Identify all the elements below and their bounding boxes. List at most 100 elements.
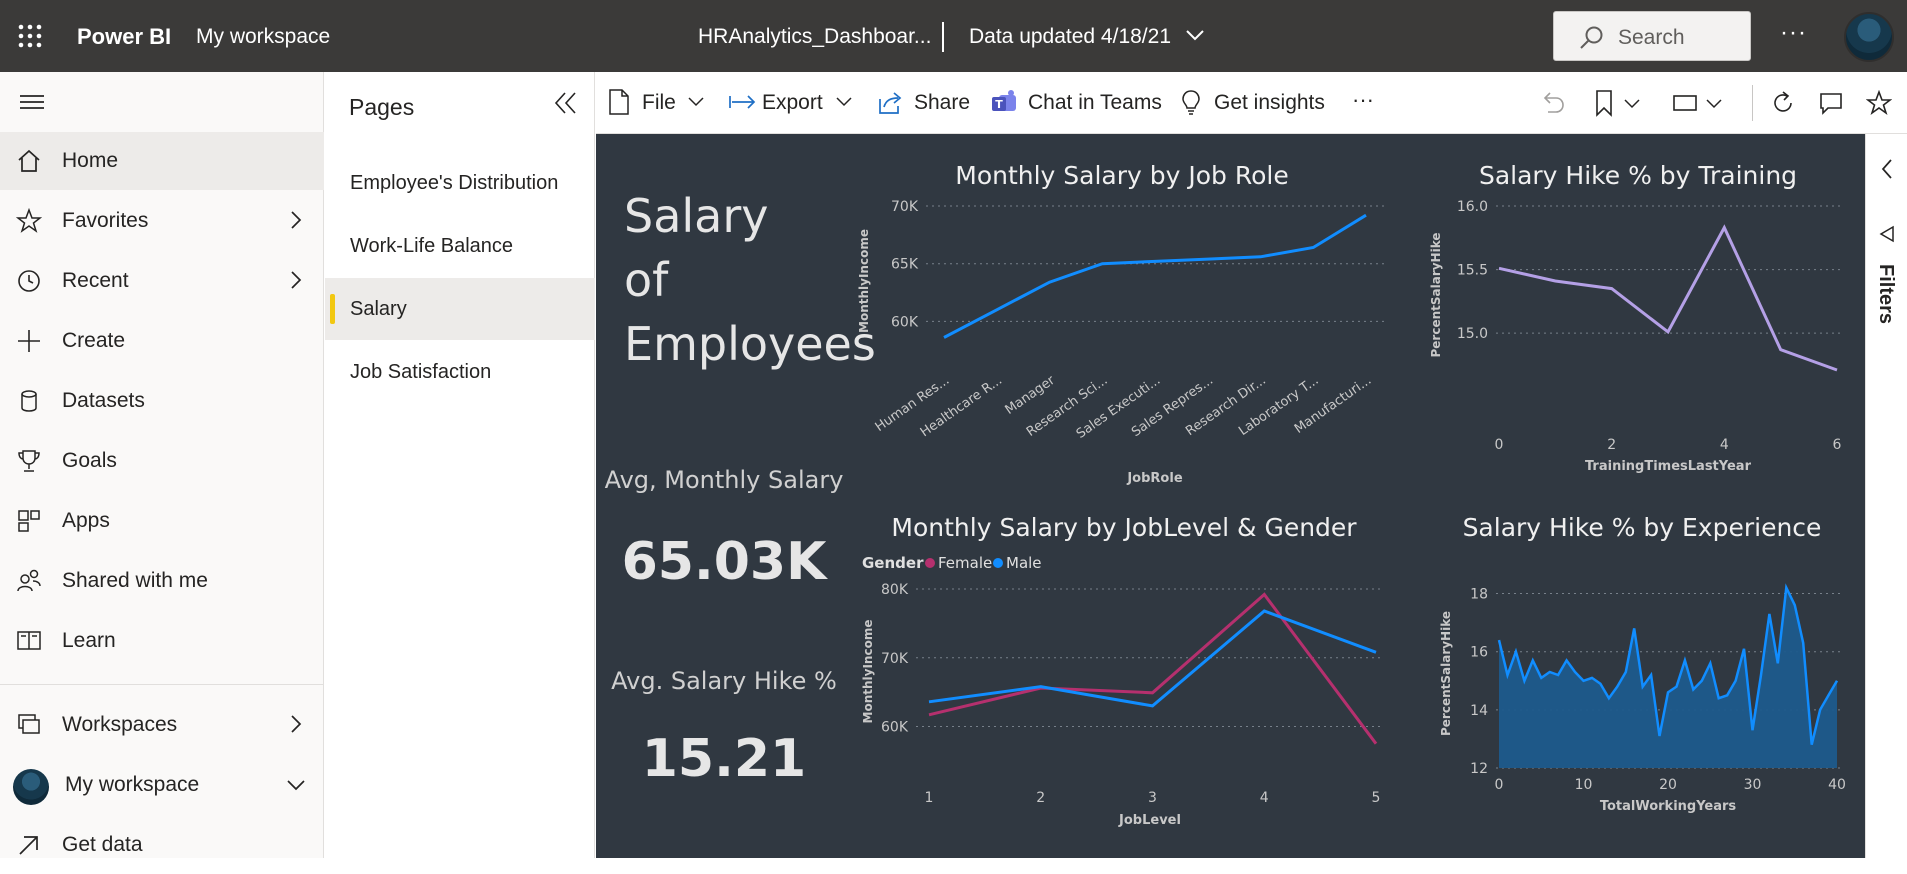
more-options-icon: ··· — [1352, 87, 1374, 112]
nav-learn[interactable]: Learn — [0, 612, 324, 670]
y-tick-label: 65K — [891, 257, 919, 273]
kpi-value: 65.03K — [622, 532, 828, 592]
y-tick-label: 15.5 — [1457, 263, 1488, 279]
page-tab-salary[interactable]: Salary — [325, 278, 595, 340]
nav-datasets[interactable]: Datasets — [0, 372, 324, 430]
chart-monthly-salary-by-joblevel-gender[interactable]: Monthly Salary by JobLevel & Gender 60K 70… — [861, 513, 1384, 828]
y-tick-label: 60K — [881, 720, 909, 736]
page-tab-employees-distribution[interactable]: Employee's Distribution — [325, 152, 595, 214]
toolbar-more-button[interactable]: ··· — [1348, 72, 1384, 134]
nav-apps[interactable]: Apps — [0, 492, 324, 550]
series-line — [943, 213, 1367, 339]
kpi-label: Avg. Salary Hike % — [611, 667, 837, 695]
filters-pane-collapsed[interactable]: Filters — [1865, 134, 1907, 858]
comment-icon[interactable] — [1818, 91, 1844, 117]
nav-favorites-label: Favorites — [62, 209, 149, 232]
nav-divider — [0, 684, 324, 685]
y-tick-label: 12 — [1470, 761, 1488, 777]
x-tick-label: 4 — [1260, 790, 1269, 806]
hamburger-menu-icon[interactable] — [20, 92, 44, 112]
chart-title: Monthly Salary by JobLevel & Gender — [891, 513, 1357, 542]
chart-title: Monthly Salary by Job Role — [955, 161, 1288, 190]
workspace-breadcrumb[interactable]: My workspace — [196, 25, 330, 49]
nav-favorites[interactable]: Favorites — [0, 192, 324, 250]
kpi-value: 15.21 — [642, 729, 806, 789]
file-menu-button[interactable]: File — [608, 72, 708, 134]
x-tick-label: 40 — [1828, 777, 1846, 793]
y-axis-label: MonthlyIncome — [857, 229, 871, 333]
heading-line: Employees — [624, 317, 876, 371]
page-tab-job-satisfaction[interactable]: Job Satisfaction — [325, 341, 595, 403]
database-icon — [21, 390, 37, 412]
nav-my-workspace[interactable]: My workspace — [0, 756, 324, 814]
export-menu-button[interactable]: Export — [728, 72, 858, 134]
chat-label: Chat in Teams — [1028, 91, 1162, 114]
left-navigation: Home Favorites Recent Create Datasets Go… — [0, 72, 324, 858]
share-button[interactable]: Share — [878, 72, 978, 134]
y-axis-label: MonthlyIncome — [861, 620, 875, 724]
chart-title: Salary Hike % by Training — [1479, 161, 1797, 190]
nav-create[interactable]: Create — [0, 312, 324, 370]
chat-in-teams-button[interactable]: T Chat in Teams — [990, 72, 1162, 134]
x-tick-label: 4 — [1720, 437, 1729, 453]
insights-label: Get insights — [1214, 91, 1325, 114]
x-tick-label: 0 — [1495, 437, 1504, 453]
nav-goals[interactable]: Goals — [0, 432, 324, 490]
file-icon — [609, 89, 629, 115]
chart-title: Salary Hike % by Experience — [1463, 513, 1822, 542]
nav-recent[interactable]: Recent — [0, 252, 324, 310]
y-tick-label: 15.0 — [1457, 326, 1488, 342]
chevron-right-icon — [291, 211, 302, 229]
avatar[interactable] — [1844, 12, 1894, 62]
collapse-pane-icon[interactable] — [553, 90, 579, 116]
page-tab-label: Salary — [350, 298, 407, 320]
export-arrow-icon — [729, 95, 756, 109]
search-box[interactable]: Search — [1553, 11, 1751, 61]
chevron-down-icon[interactable] — [1706, 97, 1722, 109]
chart-salary-hike-by-experience[interactable]: Salary Hike % by Experience 12 14 16 18 Perce… — [1439, 513, 1846, 814]
undo-icon[interactable] — [1540, 90, 1566, 116]
nav-shared-with-me[interactable]: Shared with me — [0, 552, 324, 610]
arrow-up-right-icon — [19, 836, 38, 855]
get-insights-button[interactable]: Get insights — [1180, 72, 1330, 134]
nav-workspaces-label: Workspaces — [62, 713, 178, 736]
share-icon — [879, 92, 902, 114]
dashboard-svg: Salary of Employees Avg, Monthly Salary … — [605, 161, 1846, 828]
app-launcher-icon[interactable] — [18, 24, 42, 48]
top-bar: Power BI My workspace HRAnalytics_Dashbo… — [0, 0, 1907, 72]
nav-get-data[interactable]: Get data — [0, 816, 324, 874]
home-icon — [18, 149, 40, 172]
data-updated-label[interactable]: Data updated 4/18/21 — [969, 25, 1171, 49]
chevron-down-icon[interactable] — [1624, 97, 1640, 109]
chart-salary-hike-by-training[interactable]: Salary Hike % by Training 15.0 15.5 16.0 Per… — [1429, 161, 1842, 474]
nav-workspaces[interactable]: Workspaces — [0, 696, 324, 754]
series-line — [1498, 224, 1838, 372]
area-fill — [1499, 587, 1837, 768]
more-options-icon[interactable]: ··· — [1780, 19, 1807, 47]
x-tick-label: 3 — [1148, 790, 1157, 806]
view-icon[interactable] — [1672, 93, 1698, 113]
heading-line: Salary — [624, 189, 769, 243]
toolbar-separator — [1752, 85, 1753, 121]
bookmark-icon[interactable] — [1594, 89, 1614, 117]
chevron-right-icon — [291, 271, 302, 289]
chevron-left-icon[interactable] — [1880, 158, 1894, 180]
brand-label[interactable]: Power BI — [77, 24, 171, 50]
chevron-down-icon[interactable] — [1185, 28, 1205, 42]
x-tick-label: 6 — [1833, 437, 1842, 453]
kpi-label: Avg, Monthly Salary — [605, 466, 844, 494]
y-tick-label: 16 — [1470, 645, 1488, 661]
x-tick-label: 2 — [1036, 790, 1045, 806]
refresh-icon[interactable] — [1770, 90, 1796, 116]
star-icon[interactable] — [1866, 90, 1892, 116]
page-tab-label: Job Satisfaction — [350, 361, 492, 383]
nav-my-workspace-label: My workspace — [65, 773, 200, 796]
y-tick-label: 18 — [1470, 587, 1488, 603]
title-separator — [942, 22, 944, 52]
page-tab-work-life-balance[interactable]: Work-Life Balance — [325, 215, 595, 277]
nav-home[interactable]: Home — [0, 132, 324, 190]
x-tick-label: 20 — [1659, 777, 1677, 793]
y-tick-label: 70K — [881, 651, 909, 667]
y-tick-label: 80K — [881, 582, 909, 598]
chart-monthly-salary-by-job-role[interactable]: Monthly Salary by Job Role 60K 65K 70K Month… — [857, 161, 1384, 486]
